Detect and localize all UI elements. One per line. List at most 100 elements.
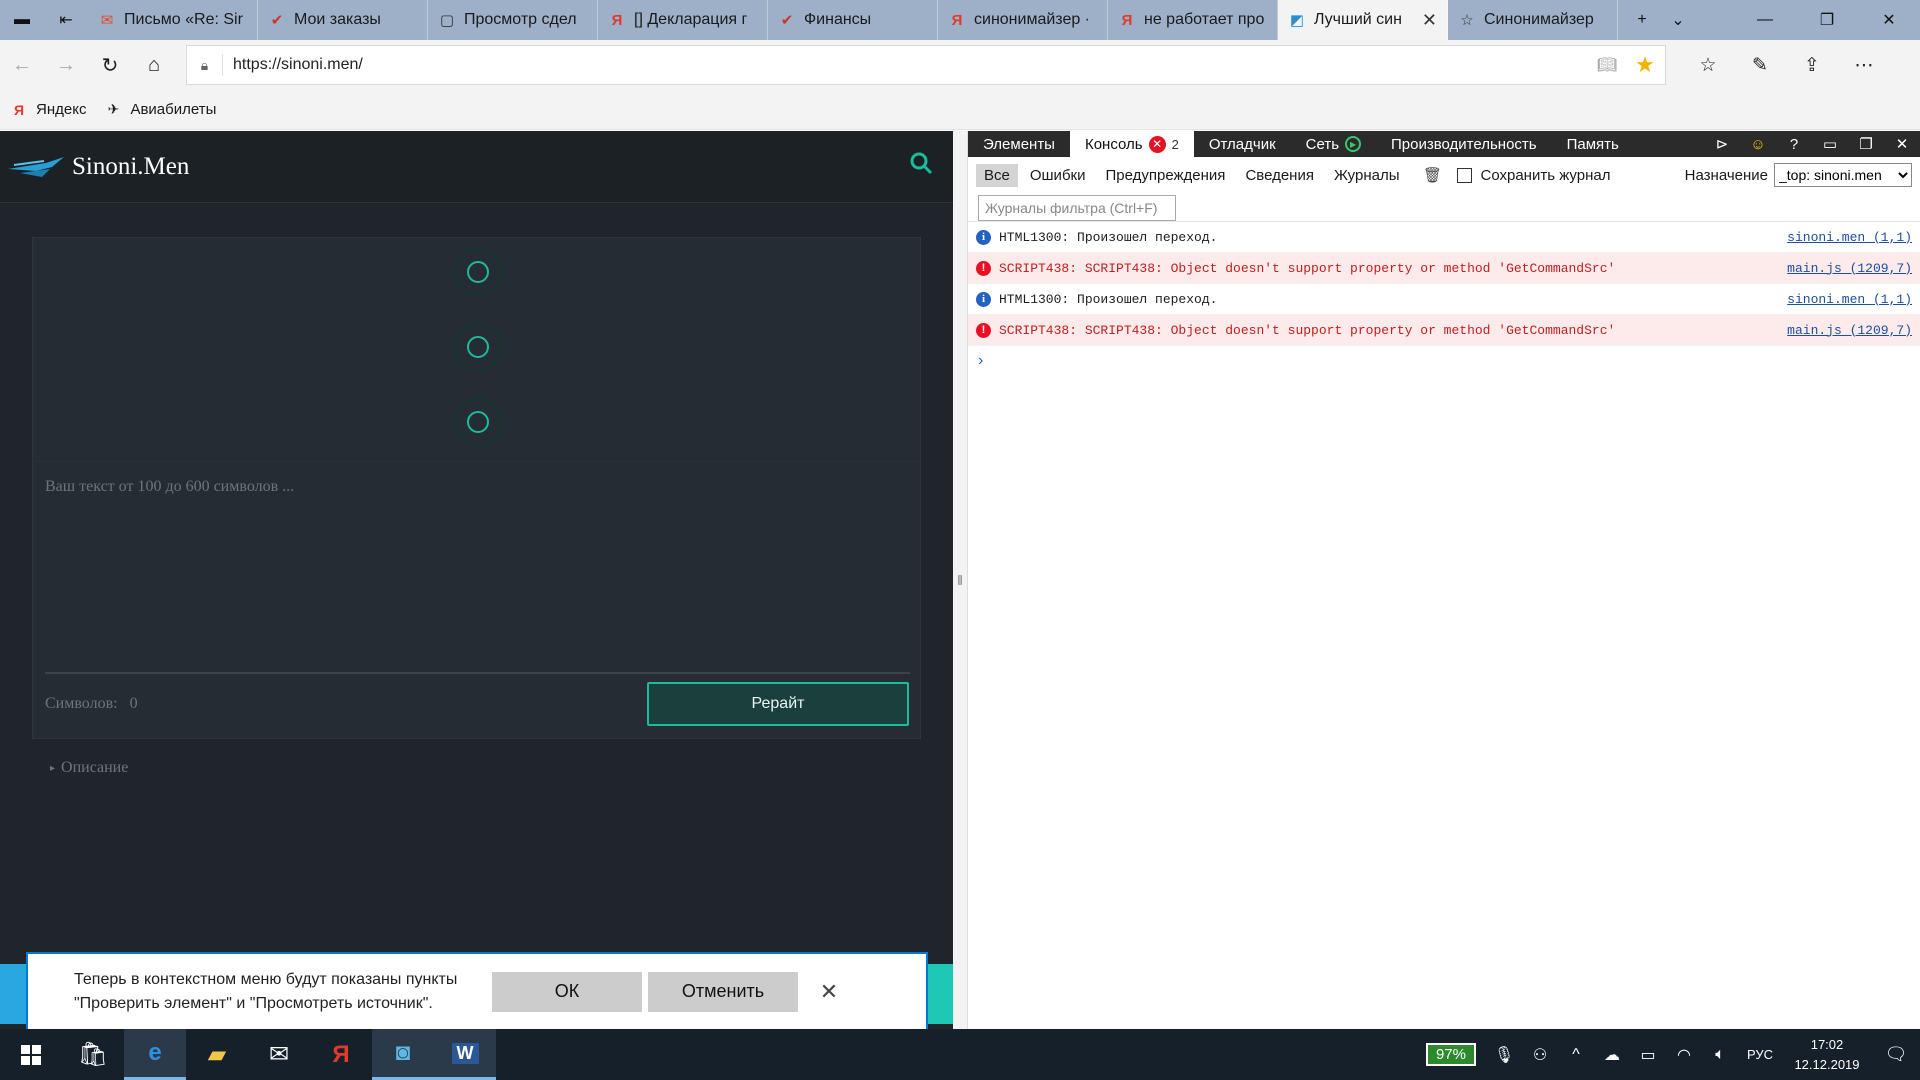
mode-radio-3[interactable] <box>454 398 502 446</box>
mode-radio-2[interactable] <box>454 323 502 371</box>
radio-indicator <box>467 261 489 283</box>
lock-icon[interactable]: 🔒︎ <box>187 54 223 76</box>
file-explorer-icon[interactable]: ▰ <box>186 1029 248 1080</box>
mode-radio-1[interactable] <box>454 248 502 296</box>
filter-warnings[interactable]: Предупреждения <box>1097 164 1233 187</box>
close-notification-icon[interactable]: ✕ <box>814 979 844 1005</box>
console-toolbar: Все Ошибки Предупреждения Сведения Журна… <box>968 157 1920 193</box>
console-source-link[interactable]: sinoni.men (1,1) <box>1787 230 1912 245</box>
close-window-icon[interactable]: ✕ <box>1858 0 1920 40</box>
windows-start-icon[interactable] <box>0 1029 62 1080</box>
back-icon[interactable]: ← <box>0 45 44 85</box>
console-message: HTML1300: Произошел переход. <box>999 291 1218 307</box>
browser-tab[interactable]: Яне работает про <box>1108 0 1278 40</box>
more-menu-icon[interactable]: ⋯ <box>1840 45 1888 85</box>
action-center-icon[interactable]: 🗨︎ <box>1872 1044 1920 1065</box>
console-output: i HTML1300: Произошел переход. sinoni.men … <box>968 221 1920 376</box>
feedback-smiley-icon[interactable]: ☺ <box>1740 131 1776 157</box>
yandex-browser-icon[interactable]: Я <box>310 1029 372 1080</box>
volume-icon[interactable]: 🔈︎ <box>1702 1046 1738 1064</box>
console-source-link[interactable]: main.js (1209,7) <box>1787 261 1912 276</box>
console-source-link[interactable]: sinoni.men (1,1) <box>1787 292 1912 307</box>
console-filter-input[interactable] <box>978 195 1176 221</box>
refresh-icon[interactable]: ↻ <box>88 45 132 85</box>
console-source-link[interactable]: main.js (1209,7) <box>1787 323 1912 338</box>
share-icon[interactable]: ⇪ <box>1788 45 1836 85</box>
close-devtools-icon[interactable]: ✕ <box>1884 131 1920 157</box>
set-aside-tabs-icon[interactable]: ⇤ <box>44 0 88 40</box>
tab-performance[interactable]: Производительность <box>1376 131 1552 157</box>
battery-icon[interactable]: ▭ <box>1630 1045 1666 1065</box>
photo-app-icon[interactable]: ◙ <box>372 1029 434 1080</box>
restore-icon[interactable]: ❐ <box>1796 0 1858 40</box>
onedrive-cloud-icon[interactable]: ☁ <box>1594 1045 1630 1065</box>
favorites-hub-icon[interactable]: ☆ <box>1684 45 1732 85</box>
address-bar[interactable]: 🔒︎ https://sinoni.men/ 📖︎ ★ <box>186 45 1666 85</box>
browser-tab[interactable]: Я [] Декларация г <box>598 0 768 40</box>
browser-tab[interactable]: ✔ Мои заказы <box>258 0 428 40</box>
reading-view-icon[interactable]: 📖︎ <box>1589 55 1625 75</box>
devtools-splitter[interactable]: ‖ <box>953 131 968 1029</box>
console-toggle-icon[interactable]: ⊳ <box>1704 131 1740 157</box>
clock[interactable]: 17:02 12.12.2019 <box>1782 1035 1872 1075</box>
tab-debugger[interactable]: Отладчик <box>1194 131 1291 157</box>
show-hidden-icons-chevron-icon[interactable]: ^ <box>1558 1046 1594 1064</box>
filter-info[interactable]: Сведения <box>1237 164 1322 187</box>
word-icon[interactable]: W <box>434 1029 496 1080</box>
checkbox-box <box>1457 167 1473 183</box>
filter-all[interactable]: Все <box>976 163 1018 187</box>
forward-icon[interactable]: → <box>44 45 88 85</box>
home-icon[interactable]: ⌂ <box>132 45 176 85</box>
minimize-icon[interactable]: — <box>1734 0 1796 40</box>
browser-tab[interactable]: ▢ Просмотр сдел <box>428 0 598 40</box>
favorite-aviabilety[interactable]: ✈ Авиабилеты <box>104 101 217 119</box>
edge-icon[interactable]: e <box>124 1029 186 1080</box>
browser-tab[interactable]: Ясинонимайзер · <box>938 0 1108 40</box>
browser-tab[interactable]: ✉ Письмо «Re: Sir <box>88 0 258 40</box>
new-tab-icon[interactable]: + <box>1624 0 1660 40</box>
people-icon[interactable]: ⚇ <box>1522 1045 1558 1065</box>
source-text-input[interactable] <box>45 474 910 674</box>
console-prompt-chevron-icon[interactable]: › <box>968 346 1920 376</box>
preserve-log-checkbox[interactable]: Сохранить журнал <box>1457 167 1610 184</box>
browser-tab[interactable]: ☆ Синонимайзер <box>1448 0 1618 40</box>
wifi-icon[interactable]: ◠ <box>1666 1045 1702 1065</box>
tab-elements[interactable]: Элементы <box>968 131 1070 157</box>
pen-icon[interactable]: ✎ <box>1736 45 1784 85</box>
favorite-label: Авиабилеты <box>130 101 217 118</box>
favorite-star-icon[interactable]: ★ <box>1625 52 1665 78</box>
tab-manager-icon[interactable]: ▬ <box>0 0 44 40</box>
tab-network[interactable]: Сеть ▶ <box>1291 131 1376 157</box>
tab-console[interactable]: Консоль ✕ 2 <box>1069 131 1194 157</box>
site-logo[interactable]: Sinoni.Men <box>6 151 189 183</box>
tab-memory[interactable]: Память <box>1552 131 1634 157</box>
store-icon[interactable]: 🛍︎ <box>62 1029 124 1080</box>
filter-errors[interactable]: Ошибки <box>1022 164 1094 187</box>
cancel-button[interactable]: Отменить <box>648 971 798 1012</box>
target-dropdown[interactable]: _top: sinoni.men <box>1774 163 1912 187</box>
browser-tab[interactable]: ✔ Финансы <box>768 0 938 40</box>
search-icon[interactable] <box>909 151 933 182</box>
filter-logs[interactable]: Журналы <box>1326 164 1408 187</box>
url-text[interactable]: https://sinoni.men/ <box>223 56 1589 74</box>
browser-tab-title: Мои заказы <box>294 11 381 28</box>
favorite-yandex[interactable]: Я Яндекс <box>10 101 86 119</box>
rewrite-button[interactable]: Рерайт <box>647 682 909 726</box>
close-tab-icon[interactable]: ✕ <box>1422 10 1437 31</box>
ok-button[interactable]: ОК <box>492 971 642 1012</box>
input-language[interactable]: РУС <box>1738 1047 1782 1062</box>
undock-icon[interactable]: ❐ <box>1848 131 1884 157</box>
dock-icon[interactable]: ▭ <box>1812 131 1848 157</box>
mail-icon[interactable]: ✉ <box>248 1029 310 1080</box>
console-message: SCRIPT438: SCRIPT438: Object doesn't sup… <box>999 322 1616 338</box>
description-toggle[interactable]: ▸ Описание <box>50 759 128 777</box>
page-icon: ▢ <box>439 12 455 29</box>
microphone-icon[interactable]: 🎙︎ <box>1486 1045 1522 1065</box>
battery-indicator[interactable]: 97% <box>1425 1043 1476 1066</box>
yandex-icon: Я <box>611 11 623 29</box>
help-icon[interactable]: ? <box>1776 131 1812 157</box>
browser-tab[interactable]: ◩ Лучший син ✕ <box>1278 0 1448 40</box>
clear-console-icon[interactable]: 🗑︎ <box>1421 166 1443 184</box>
tab-list-chevron-icon[interactable]: ⌄ <box>1660 0 1696 40</box>
char-counter-label: Символов: <box>45 695 118 712</box>
